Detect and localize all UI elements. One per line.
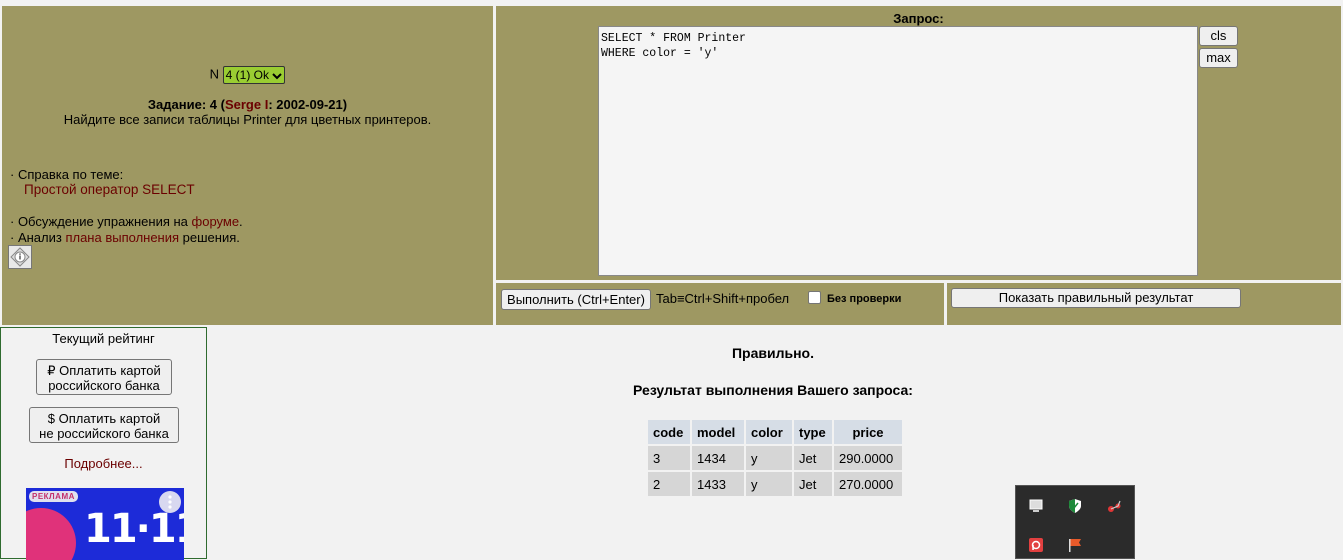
pay-russian-card-button[interactable]: ₽ Оплатить картой российского банка xyxy=(36,359,172,395)
info-icon[interactable] xyxy=(8,245,32,269)
run-panel: Выполнить (Ctrl+Enter) Tab≡Ctrl+Shift+пр… xyxy=(496,283,944,325)
shield-icon[interactable] xyxy=(1066,497,1084,515)
more-options-icon[interactable] xyxy=(159,491,181,513)
exercise-select-value: 4 (1) Ok xyxy=(225,68,269,82)
task-author[interactable]: Serge I xyxy=(225,97,268,112)
ad-banner[interactable]: 11·11 РЕКЛАМА xyxy=(26,488,184,560)
system-tray-popup xyxy=(1015,485,1135,559)
table-cell: 270.0000 xyxy=(834,472,902,496)
query-panel: Запрос: SELECT * FROM Printer WHERE colo… xyxy=(496,6,1341,280)
task-panel: N 4 (1) Ok Задание: 4 (Serge I: 2002-09-… xyxy=(2,6,493,325)
chevron-down-icon xyxy=(272,73,283,80)
table-row: 2 1433 y Jet 270.0000 xyxy=(648,472,902,496)
tab-hint: Tab≡Ctrl+Shift+пробел xyxy=(656,291,790,306)
sidebar: Текущий рейтинг ₽ Оплатить картой российс… xyxy=(0,327,207,560)
exercise-select[interactable]: 4 (1) Ok xyxy=(222,66,286,84)
column-header: code xyxy=(648,420,690,444)
clear-button[interactable]: cls xyxy=(1199,26,1238,46)
ad-decoration xyxy=(26,508,76,560)
query-label: Запрос: xyxy=(893,11,944,26)
reference-title: · Справка по теме: xyxy=(10,167,124,182)
n-label: N xyxy=(209,66,220,82)
column-header: model xyxy=(692,420,744,444)
flag-icon[interactable] xyxy=(1066,536,1084,554)
forum-link[interactable]: форуме xyxy=(192,214,240,229)
pay-foreign-card-button[interactable]: $ Оплатить картой не российского банка xyxy=(29,407,179,443)
maximize-button[interactable]: max xyxy=(1199,48,1238,68)
table-cell: 3 xyxy=(648,446,690,470)
table-cell: Jet xyxy=(794,446,832,470)
table-cell: y xyxy=(746,446,792,470)
result-title: Результат выполнения Вашего запроса: xyxy=(633,382,913,398)
rating-link[interactable]: Текущий рейтинг xyxy=(1,331,206,346)
red-app-icon[interactable] xyxy=(1027,536,1045,554)
analysis-line: · Анализ плана выполнения решения. xyxy=(10,230,240,245)
no-check-label: Без проверки xyxy=(827,293,902,305)
column-header: type xyxy=(794,420,832,444)
table-cell: 2 xyxy=(648,472,690,496)
column-header: price xyxy=(834,420,902,444)
result-table: code model color type price 3 1434 y Jet… xyxy=(646,418,904,498)
task-title: Задание: 4 (Serge I: 2002-09-21) xyxy=(147,97,348,112)
discussion-line: · Обсуждение упражнения на форуме. xyxy=(10,214,243,229)
query-textarea[interactable]: SELECT * FROM Printer WHERE color = 'y' xyxy=(598,26,1198,276)
show-correct-result-button[interactable]: Показать правильный результат xyxy=(951,288,1241,308)
run-button[interactable]: Выполнить (Ctrl+Enter) xyxy=(501,289,651,310)
network-icon[interactable] xyxy=(1106,497,1124,515)
monitor-icon[interactable] xyxy=(1027,497,1045,515)
table-cell: 1434 xyxy=(692,446,744,470)
table-row: 3 1434 y Jet 290.0000 xyxy=(648,446,902,470)
no-check-checkbox[interactable] xyxy=(808,291,821,304)
ad-badge: РЕКЛАМА xyxy=(29,491,78,502)
table-cell: y xyxy=(746,472,792,496)
show-panel: Показать правильный результат xyxy=(947,283,1341,325)
execution-plan-link[interactable]: плана выполнения xyxy=(65,230,179,245)
table-cell: 1433 xyxy=(692,472,744,496)
table-cell: Jet xyxy=(794,472,832,496)
column-header: color xyxy=(746,420,792,444)
top-border xyxy=(0,0,1343,5)
more-link[interactable]: Подробнее... xyxy=(1,456,206,471)
table-cell: 290.0000 xyxy=(834,446,902,470)
task-description: Найдите все записи таблицы Printer для ц… xyxy=(63,112,432,127)
reference-link[interactable]: Простой оператор SELECT xyxy=(24,182,195,197)
table-header-row: code model color type price xyxy=(648,420,902,444)
exercise-selector-row: N 4 (1) Ok xyxy=(2,66,493,84)
result-status: Правильно. xyxy=(731,345,814,361)
